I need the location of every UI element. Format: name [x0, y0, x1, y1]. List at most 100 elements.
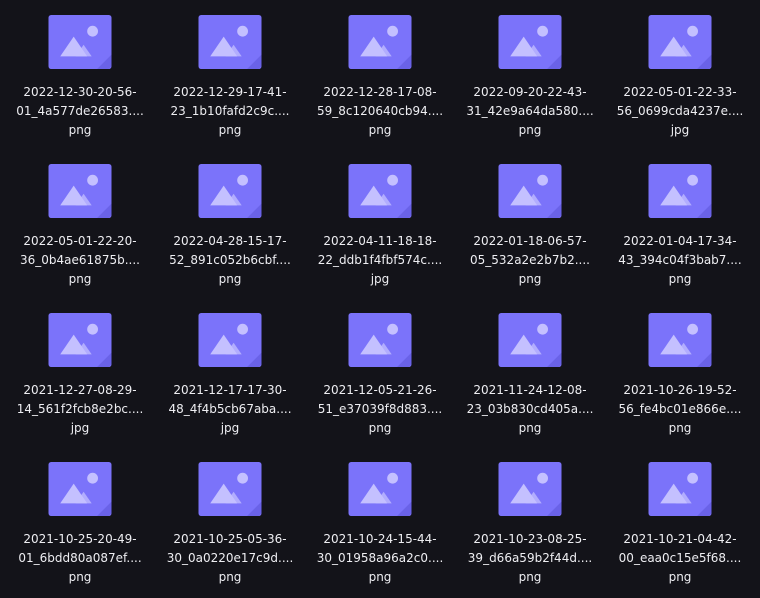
file-item-13[interactable]: 2021-12-05-21-26- 51_e37039f8d883.... pn… — [306, 298, 454, 438]
file-name: 2022-01-18-06-57- 05_532a2e2b7b2.... png — [456, 232, 604, 289]
file-extension: png — [518, 272, 542, 286]
file-extension: jpg — [70, 421, 90, 435]
file-extension: png — [368, 123, 392, 137]
image-file-icon — [498, 313, 562, 367]
file-extension: png — [368, 570, 392, 584]
file-name-line: 2021-10-23-08-25- — [473, 532, 587, 546]
image-file-icon — [198, 15, 262, 69]
file-item-18[interactable]: 2021-10-24-15-44- 30_01958a96a2c0.... pn… — [306, 447, 454, 587]
file-name-line: 01_6bdd80a087ef.... — [18, 551, 142, 565]
file-name-line: 2022-01-18-06-57- — [473, 234, 587, 248]
file-name-line: 2022-09-20-22-43- — [473, 85, 587, 99]
file-name: 2022-12-30-20-56- 01_4a577de26583.... pn… — [6, 83, 154, 140]
file-name-line: 36_0b4ae61875b.... — [20, 253, 140, 267]
file-name-line: 30_0a0220e17c9d.... — [166, 551, 294, 565]
file-name: 2021-10-24-15-44- 30_01958a96a2c0.... pn… — [306, 530, 454, 587]
file-item-1[interactable]: 2022-12-30-20-56- 01_4a577de26583.... pn… — [6, 0, 154, 140]
file-name-line: 05_532a2e2b7b2.... — [470, 253, 590, 267]
file-name-line: 2021-10-25-20-49- — [23, 532, 137, 546]
file-item-15[interactable]: 2021-10-26-19-52- 56_fe4bc01e866e.... pn… — [606, 298, 754, 438]
image-file-icon — [198, 164, 262, 218]
file-item-12[interactable]: 2021-12-17-17-30- 48_4f4b5cb67aba.... jp… — [156, 298, 304, 438]
file-name-line: 59_8c120640cb94.... — [316, 104, 444, 118]
file-name: 2022-01-04-17-34- 43_394c04f3bab7.... pn… — [606, 232, 754, 289]
file-name: 2022-12-29-17-41- 23_1b10fafd2c9c.... pn… — [156, 83, 304, 140]
file-name-line: 2021-12-27-08-29- — [23, 383, 137, 397]
file-item-4[interactable]: 2022-09-20-22-43- 31_42e9a64da580.... pn… — [456, 0, 604, 140]
file-item-5[interactable]: 2022-05-01-22-33- 56_0699cda4237e.... jp… — [606, 0, 754, 140]
file-name-line: 2022-05-01-22-20- — [23, 234, 137, 248]
file-name-line: 30_01958a96a2c0.... — [316, 551, 444, 565]
file-item-14[interactable]: 2021-11-24-12-08- 23_03b830cd405a.... pn… — [456, 298, 604, 438]
file-name-line: 39_d66a59b2f44d.... — [467, 551, 593, 565]
file-name: 2021-12-17-17-30- 48_4f4b5cb67aba.... jp… — [156, 381, 304, 438]
file-item-11[interactable]: 2021-12-27-08-29- 14_561f2fcb8e2bc.... j… — [6, 298, 154, 438]
file-name: 2022-12-28-17-08- 59_8c120640cb94.... pn… — [306, 83, 454, 140]
image-file-icon — [48, 462, 112, 516]
file-item-20[interactable]: 2021-10-21-04-42- 00_eaa0c15e5f68.... pn… — [606, 447, 754, 587]
file-extension: png — [518, 123, 542, 137]
file-name: 2021-12-27-08-29- 14_561f2fcb8e2bc.... j… — [6, 381, 154, 438]
file-name-line: 2022-01-04-17-34- — [623, 234, 737, 248]
file-item-10[interactable]: 2022-01-04-17-34- 43_394c04f3bab7.... pn… — [606, 149, 754, 289]
file-extension: png — [518, 570, 542, 584]
file-name-line: 00_eaa0c15e5f68.... — [618, 551, 742, 565]
file-name: 2021-11-24-12-08- 23_03b830cd405a.... pn… — [456, 381, 604, 438]
image-file-icon — [648, 462, 712, 516]
file-item-16[interactable]: 2021-10-25-20-49- 01_6bdd80a087ef.... pn… — [6, 447, 154, 587]
image-file-icon — [48, 164, 112, 218]
image-file-icon — [348, 15, 412, 69]
file-name-line: 56_fe4bc01e866e.... — [618, 402, 742, 416]
file-name-line: 2022-12-28-17-08- — [323, 85, 437, 99]
image-file-icon — [198, 313, 262, 367]
file-name-line: 2022-05-01-22-33- — [623, 85, 737, 99]
file-item-17[interactable]: 2021-10-25-05-36- 30_0a0220e17c9d.... pn… — [156, 447, 304, 587]
file-name-line: 2021-10-26-19-52- — [623, 383, 737, 397]
file-item-2[interactable]: 2022-12-29-17-41- 23_1b10fafd2c9c.... pn… — [156, 0, 304, 140]
file-item-19[interactable]: 2021-10-23-08-25- 39_d66a59b2f44d.... pn… — [456, 447, 604, 587]
file-extension: png — [668, 421, 692, 435]
file-extension: png — [68, 570, 92, 584]
file-name: 2021-10-26-19-52- 56_fe4bc01e866e.... pn… — [606, 381, 754, 438]
file-name-line: 2021-10-24-15-44- — [323, 532, 437, 546]
file-item-3[interactable]: 2022-12-28-17-08- 59_8c120640cb94.... pn… — [306, 0, 454, 140]
image-file-icon — [648, 164, 712, 218]
image-file-icon — [498, 15, 562, 69]
image-file-icon — [48, 15, 112, 69]
file-name: 2021-10-25-05-36- 30_0a0220e17c9d.... pn… — [156, 530, 304, 587]
file-name: 2022-05-01-22-33- 56_0699cda4237e.... jp… — [606, 83, 754, 140]
file-item-7[interactable]: 2022-04-28-15-17- 52_891c052b6cbf.... pn… — [156, 149, 304, 289]
file-name-line: 48_4f4b5cb67aba.... — [168, 402, 292, 416]
file-extension: jpg — [670, 123, 690, 137]
file-name-line: 01_4a577de26583.... — [16, 104, 144, 118]
file-name-line: 23_1b10fafd2c9c.... — [170, 104, 290, 118]
image-file-icon — [648, 15, 712, 69]
file-name-line: 43_394c04f3bab7.... — [618, 253, 742, 267]
file-name-line: 56_0699cda4237e.... — [616, 104, 744, 118]
file-name-line: 2021-12-17-17-30- — [173, 383, 287, 397]
file-extension: jpg — [220, 421, 240, 435]
file-extension: png — [668, 272, 692, 286]
file-name-line: 2022-12-29-17-41- — [173, 85, 287, 99]
image-file-icon — [648, 313, 712, 367]
file-name-line: 2022-04-28-15-17- — [173, 234, 287, 248]
file-extension: png — [668, 570, 692, 584]
file-name-line: 2021-10-21-04-42- — [623, 532, 737, 546]
file-name: 2022-09-20-22-43- 31_42e9a64da580.... pn… — [456, 83, 604, 140]
file-name: 2021-10-23-08-25- 39_d66a59b2f44d.... pn… — [456, 530, 604, 587]
image-file-icon — [348, 164, 412, 218]
file-name-line: 22_ddb1f4fbf574c.... — [317, 253, 443, 267]
file-item-8[interactable]: 2022-04-11-18-18- 22_ddb1f4fbf574c.... j… — [306, 149, 454, 289]
file-item-6[interactable]: 2022-05-01-22-20- 36_0b4ae61875b.... png — [6, 149, 154, 289]
file-extension: jpg — [370, 272, 390, 286]
image-file-icon — [498, 462, 562, 516]
file-item-9[interactable]: 2022-01-18-06-57- 05_532a2e2b7b2.... png — [456, 149, 604, 289]
file-name-line: 51_e37039f8d883.... — [317, 402, 443, 416]
file-name-line: 2021-11-24-12-08- — [473, 383, 587, 397]
file-extension: png — [218, 272, 242, 286]
image-file-icon — [348, 313, 412, 367]
file-name: 2021-10-21-04-42- 00_eaa0c15e5f68.... pn… — [606, 530, 754, 587]
file-name: 2022-04-11-18-18- 22_ddb1f4fbf574c.... j… — [306, 232, 454, 289]
file-name: 2021-12-05-21-26- 51_e37039f8d883.... pn… — [306, 381, 454, 438]
file-name-line: 2022-04-11-18-18- — [323, 234, 437, 248]
